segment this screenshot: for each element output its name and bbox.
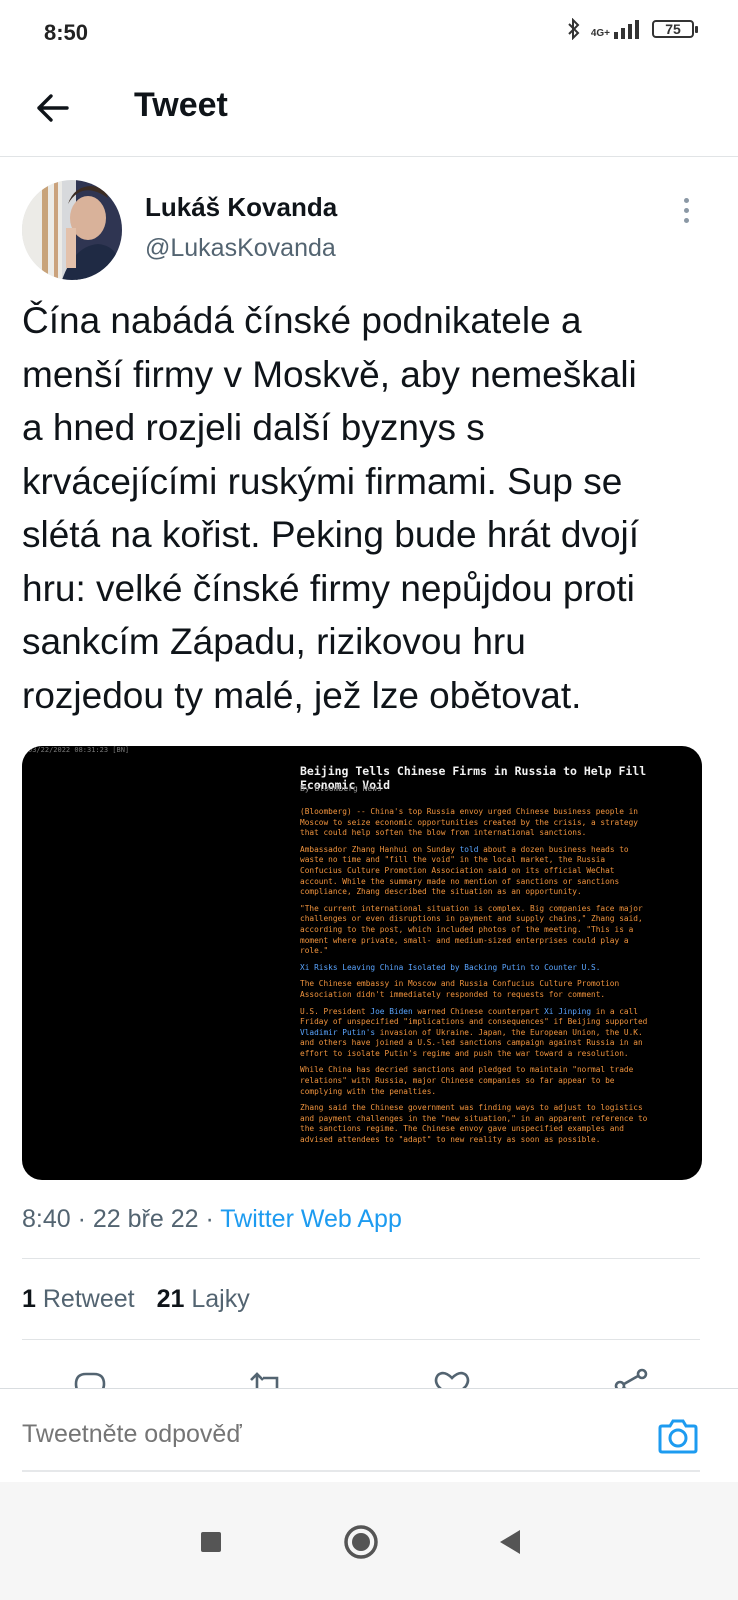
tweet-line: a hned rozjeli další byznys s xyxy=(22,407,485,448)
camera-icon xyxy=(658,1419,698,1454)
article-paragraph: (Bloomberg) -- China's top Russia envoy … xyxy=(300,807,638,838)
heart-icon xyxy=(434,1371,470,1388)
article-byline: By Bloomberg News xyxy=(300,784,382,793)
reply-underline xyxy=(22,1470,700,1472)
reply-icon xyxy=(74,1372,106,1388)
tweet-image[interactable]: 03/22/2022 08:31:23 [BN] Beijing Tells C… xyxy=(22,746,702,1180)
nav-back-button[interactable] xyxy=(488,1520,532,1564)
signal-icon: 4G+ xyxy=(591,19,642,39)
article-body: (Bloomberg) -- China's top Russia envoy … xyxy=(300,807,650,1152)
system-navbar xyxy=(0,1482,738,1600)
header-divider xyxy=(0,156,738,157)
display-name[interactable]: Lukáš Kovanda xyxy=(145,192,337,223)
tweet-line: rozjedou ty malé, jež lze obětovat. xyxy=(22,674,582,716)
terminal-timestamp: 03/22/2022 08:31:23 [BN] xyxy=(28,746,130,754)
bluetooth-icon xyxy=(568,18,580,40)
retweet-button[interactable] xyxy=(247,1366,287,1388)
camera-button[interactable] xyxy=(656,1414,700,1458)
triangle-icon xyxy=(500,1530,520,1554)
article-paragraph: U.S. President Joe Biden warned Chinese … xyxy=(300,1006,648,1058)
arrow-left-icon xyxy=(37,94,69,122)
tweet-timestamp: 8:40 · 22 bře 22 · Twitter Web App xyxy=(22,1205,402,1234)
tweet-source-link[interactable]: Twitter Web App xyxy=(220,1205,402,1233)
article-link: told xyxy=(459,844,479,854)
network-type: 4G+ xyxy=(590,28,610,39)
like-button[interactable] xyxy=(432,1366,472,1388)
tweet-line: menší firmy v Moskvě, aby nemeškali xyxy=(22,353,637,395)
article-paragraph: Ambassador Zhang Hanhui on Sunday told a… xyxy=(300,844,629,897)
article-paragraph: "The current international situation is … xyxy=(300,903,643,956)
avatar[interactable] xyxy=(22,180,122,280)
share-button[interactable] xyxy=(612,1366,652,1388)
status-time: 8:50 xyxy=(44,20,89,45)
more-options-button[interactable] xyxy=(670,190,702,230)
article-paragraph: While China has decried sanctions and pl… xyxy=(300,1065,634,1096)
tweet-line: Čína nabádá čínské podnikatele a xyxy=(22,300,582,341)
tweet-stats: 1 Retweet 21 Lajky xyxy=(22,1285,250,1314)
tweet-line: hru: velké čínské firmy nepůjdou proti xyxy=(22,567,635,609)
tweet-text: Čína nabádá čínské podnikatele a menší f… xyxy=(22,294,722,722)
share-icon xyxy=(614,1368,648,1388)
tweet-time: 8:40 · 22 bře 22 · xyxy=(22,1205,221,1233)
back-button[interactable] xyxy=(28,84,76,132)
page-title: Tweet xyxy=(134,86,228,124)
reply-input[interactable] xyxy=(22,1420,622,1449)
stats-divider xyxy=(22,1339,700,1340)
home-button[interactable] xyxy=(339,1520,383,1564)
status-icons: 4G+ 75 xyxy=(567,18,698,40)
square-icon xyxy=(201,1532,221,1552)
more-vertical-icon xyxy=(683,197,689,203)
article-link: Xi Risks Leaving China Isolated by Backi… xyxy=(300,962,601,972)
action-bar xyxy=(0,1352,738,1388)
circle-icon xyxy=(344,1525,378,1559)
tweet-line: krvácejícími ruskými firmami. Sup se xyxy=(22,460,623,502)
user-handle[interactable]: @LukasKovanda xyxy=(145,234,336,263)
reply-button[interactable] xyxy=(70,1366,110,1388)
article-paragraph: The Chinese embassy in Moscow and Russia… xyxy=(300,979,620,999)
recents-button[interactable] xyxy=(189,1520,233,1564)
battery-icon: 75 xyxy=(652,20,698,38)
likes-stat[interactable]: 21 Lajky xyxy=(157,1285,250,1314)
tweet-line: sankcím Západu, rizikovou hru xyxy=(22,621,526,662)
tweet-line: slétá na kořist. Peking bude hrát dvojí xyxy=(22,514,640,555)
article-paragraph: Zhang said the Chinese government was fi… xyxy=(300,1103,648,1145)
retweets-stat[interactable]: 1 Retweet xyxy=(22,1285,135,1314)
meta-divider xyxy=(22,1258,700,1259)
retweet-icon xyxy=(250,1372,279,1388)
